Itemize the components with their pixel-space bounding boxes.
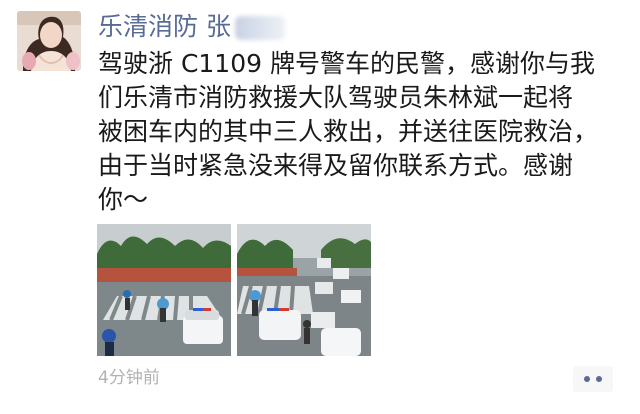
post-timestamp: 4分钟前 — [98, 368, 160, 388]
more-dots-icon — [596, 376, 602, 382]
more-actions-button[interactable] — [573, 366, 613, 392]
post-text-line: 被困车内的其中三人救出，并送往医院救治， — [98, 117, 599, 146]
post-text-line: 驾驶浙 C1109 牌号警车的民警，感谢你与我 — [98, 49, 595, 78]
post-text-line: 们乐清市消防救援大队驾驶员朱林斌一起将 — [98, 83, 574, 112]
moments-post: 乐清消防 张 驾驶浙 C1109 牌号警车的民警，感谢你与我 们乐清市消防救援大… — [0, 0, 640, 414]
post-text: 驾驶浙 C1109 牌号警车的民警，感谢你与我 们乐清市消防救援大队驾驶员朱林斌… — [98, 47, 628, 217]
post-text-line: 你～ — [98, 185, 149, 214]
avatar[interactable] — [17, 11, 81, 71]
post-photo-2[interactable] — [237, 224, 371, 356]
post-photo-1[interactable] — [97, 224, 231, 356]
redacted-name-blur — [234, 16, 285, 40]
more-dots-icon — [584, 376, 590, 382]
author-name[interactable]: 乐清消防 张 — [98, 10, 285, 44]
author-name-text: 乐清消防 张 — [98, 12, 231, 41]
post-text-line: 由于当时紧急没来得及留你联系方式。感谢 — [98, 151, 574, 180]
